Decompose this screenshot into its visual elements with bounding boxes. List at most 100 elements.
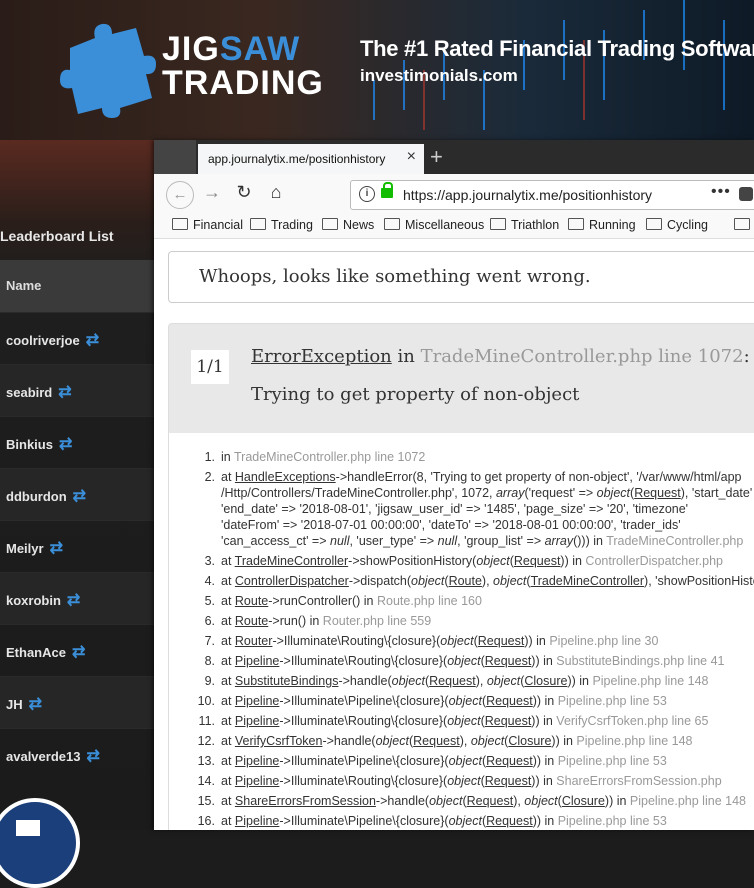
trace-line: 5. at Route->runController() in Route.php…	[169, 593, 482, 609]
bookmark-folder[interactable]: Ho	[734, 218, 754, 232]
trace-class-link[interactable]: Request	[514, 554, 561, 568]
trace-text: 'can_access_ct' =>	[221, 534, 331, 548]
home-icon[interactable]: ⌂	[264, 182, 288, 203]
trace-class-link[interactable]: VerifyCsrfToken	[235, 734, 323, 748]
trace-class-link[interactable]: Route	[235, 594, 268, 608]
swap-arrows-icon[interactable]: ⇄	[86, 332, 99, 349]
reload-icon[interactable]: ↻	[232, 182, 256, 203]
pocket-icon[interactable]	[739, 187, 753, 201]
leaderboard-name: JH ⇄	[6, 696, 43, 713]
trace-class-link[interactable]: Request	[486, 694, 533, 708]
trace-class-link[interactable]: Pipeline	[235, 814, 279, 828]
bookmark-folder[interactable]: Miscellaneous	[384, 218, 484, 232]
trace-class-link[interactable]: Request	[467, 794, 514, 808]
trace-class-link[interactable]: Request	[485, 654, 532, 668]
leaderboard-row[interactable]: avalverde13 ⇄	[0, 728, 154, 781]
trace-class-link[interactable]: Route	[449, 574, 482, 588]
trace-text: object	[448, 814, 482, 828]
mail-button[interactable]	[0, 798, 80, 888]
trace-class-link[interactable]: Request	[634, 486, 681, 500]
trace-class-link[interactable]: HandleExceptions	[235, 470, 336, 484]
leaderboard-row[interactable]: EthanAce ⇄	[0, 624, 154, 677]
bookmark-folder[interactable]: Triathlon	[490, 218, 559, 232]
pinned-tab[interactable]	[154, 140, 196, 174]
back-arrow-icon[interactable]: ←	[166, 181, 194, 209]
trace-text: at	[221, 634, 235, 648]
swap-arrows-icon[interactable]: ⇄	[72, 644, 85, 661]
trace-text: at	[221, 554, 235, 568]
trace-class-link[interactable]: Pipeline	[235, 714, 279, 728]
trace-class-link[interactable]: Request	[478, 634, 525, 648]
forward-arrow-icon[interactable]: →	[200, 182, 224, 203]
trace-line: 14. at Pipeline->Illuminate\Routing\{clos…	[169, 773, 722, 789]
trace-file: Route.php line 160	[376, 594, 482, 608]
folder-icon	[172, 218, 188, 230]
trace-class-link[interactable]: ControllerDispatcher	[235, 574, 349, 588]
trace-text: at	[221, 814, 235, 828]
leaderboard-row[interactable]: Binkius ⇄	[0, 416, 154, 469]
trace-class-link[interactable]: Closure	[508, 734, 551, 748]
trace-text: object	[447, 714, 481, 728]
trace-class-link[interactable]: Request	[485, 774, 532, 788]
trace-text: ->runController() in	[268, 594, 377, 608]
trace-text: )) in	[531, 654, 557, 668]
trace-class-link[interactable]: Closure	[562, 794, 605, 808]
leaderboard-row[interactable]: seabird ⇄	[0, 364, 154, 417]
trace-class-link[interactable]: TradeMineController	[235, 554, 348, 568]
leaderboard-name: Binkius ⇄	[6, 436, 73, 453]
trace-text: ->Illuminate\Routing\{closure}(	[272, 634, 441, 648]
swap-arrows-icon[interactable]: ⇄	[73, 488, 86, 505]
swap-arrows-icon[interactable]: ⇄	[67, 592, 80, 609]
swap-arrows-icon[interactable]: ⇄	[59, 436, 72, 453]
new-tab-button[interactable]: +	[430, 144, 443, 170]
trace-class-link[interactable]: Request	[486, 754, 533, 768]
tab-close-icon[interactable]: ×	[407, 148, 416, 166]
swap-arrows-icon[interactable]: ⇄	[29, 696, 42, 713]
trace-number: 13.	[197, 754, 215, 768]
swap-arrows-icon[interactable]: ⇄	[58, 384, 71, 401]
trace-class-link[interactable]: Pipeline	[235, 654, 279, 668]
trace-class-link[interactable]: Route	[235, 614, 268, 628]
leaderboard-row[interactable]: ddburdon ⇄	[0, 468, 154, 521]
trace-class-link[interactable]: Router	[235, 634, 273, 648]
trace-class-link[interactable]: ShareErrorsFromSession	[235, 794, 376, 808]
leaderboard-row[interactable]: JH ⇄	[0, 676, 154, 729]
bookmark-folder[interactable]: Trading	[250, 218, 313, 232]
trace-class-link[interactable]: SubstituteBindings	[235, 674, 339, 688]
secure-lock-icon[interactable]	[381, 182, 393, 198]
trace-text: ->handle(	[338, 674, 392, 688]
trace-class-link[interactable]: Request	[413, 734, 460, 748]
trace-text: )) in	[532, 754, 558, 768]
trace-class-link[interactable]: Request	[485, 714, 532, 728]
trace-text: object	[375, 734, 409, 748]
trace-text: )) in	[567, 674, 593, 688]
leaderboard-row[interactable]: coolriverjoe ⇄	[0, 312, 154, 365]
trace-line: 13. at Pipeline->Illuminate\Pipeline\{clo…	[169, 753, 667, 769]
url-text[interactable]: https://app.journalytix.me/positionhisto…	[403, 187, 652, 203]
trace-class-link[interactable]: Pipeline	[235, 754, 279, 768]
page-actions-icon[interactable]: •••	[711, 183, 731, 201]
trace-class-link[interactable]: Request	[486, 814, 533, 828]
trace-text: object	[429, 794, 463, 808]
bookmark-folder[interactable]: News	[322, 218, 374, 232]
trace-class-link[interactable]: Pipeline	[235, 774, 279, 788]
trace-text: at	[221, 754, 235, 768]
bookmark-folder[interactable]: Cycling	[646, 218, 708, 232]
leaderboard-row[interactable]: koxrobin ⇄	[0, 572, 154, 625]
trace-class-link[interactable]: Closure	[524, 674, 567, 688]
tab-positionhistory[interactable]: app.journalytix.me/positionhistory ×	[198, 144, 424, 174]
trace-class-link[interactable]: Pipeline	[235, 694, 279, 708]
trace-number: 1.	[204, 450, 215, 464]
trace-text: array	[544, 534, 574, 548]
trace-text: at	[221, 470, 235, 484]
swap-arrows-icon[interactable]: ⇄	[50, 540, 63, 557]
site-info-icon[interactable]: i	[359, 186, 375, 202]
swap-arrows-icon[interactable]: ⇄	[86, 748, 99, 765]
bookmark-folder[interactable]: Financial	[172, 218, 243, 232]
trace-class-link[interactable]: TradeMineController	[531, 574, 644, 588]
bookmark-folder[interactable]: Running	[568, 218, 636, 232]
address-bar[interactable]: i https://app.journalytix.me/positionhis…	[350, 180, 754, 210]
trace-class-link[interactable]: Request	[429, 674, 476, 688]
trace-number: 14.	[197, 774, 215, 788]
leaderboard-row[interactable]: Meilyr ⇄	[0, 520, 154, 573]
